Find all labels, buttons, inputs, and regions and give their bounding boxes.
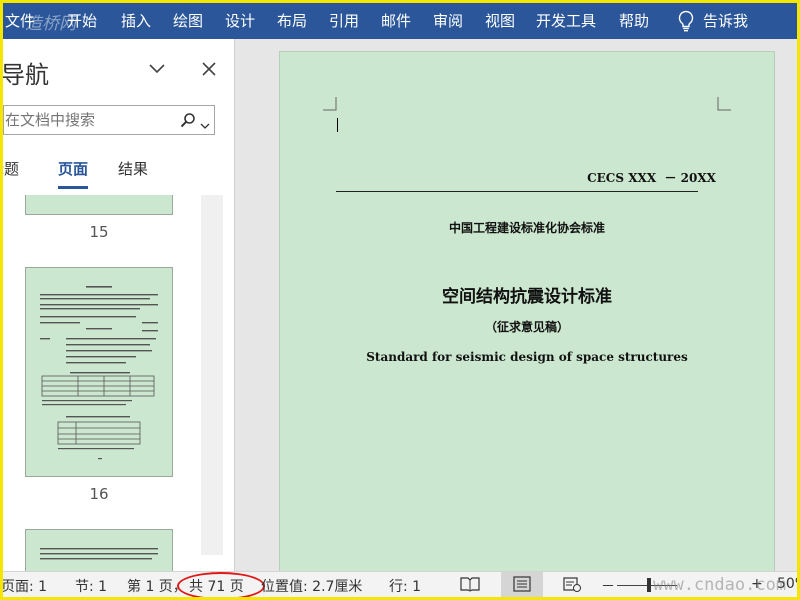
read-mode-icon[interactable] <box>459 575 481 593</box>
tab-insert[interactable]: 插入 <box>121 3 151 39</box>
thumbnail-page-15[interactable] <box>25 195 173 215</box>
search-options-chevron-icon[interactable] <box>200 116 210 129</box>
tell-me-search[interactable]: 告诉我 <box>703 3 748 39</box>
nav-tabs: 标题 页面 结果 <box>3 159 234 193</box>
lightbulb-icon[interactable] <box>675 10 697 32</box>
word-window: 文件 开始 插入 绘图 设计 布局 引用 邮件 审阅 视图 开发工具 帮助 告诉… <box>3 3 797 597</box>
thumbnail-preview <box>40 286 158 460</box>
ribbon-tab-bar: 文件 开始 插入 绘图 设计 布局 引用 邮件 审阅 视图 开发工具 帮助 告诉… <box>3 3 797 39</box>
tab-file[interactable]: 文件 <box>5 3 35 39</box>
status-bar: 页面: 1 节: 1 第 1 页， 共 71 页 位置值: 2.7厘米 行: 1… <box>3 571 797 597</box>
standard-code: CECS XXX － 20XX <box>587 171 716 185</box>
zoom-out-button[interactable]: － <box>601 576 615 596</box>
zoom-slider-thumb[interactable] <box>647 578 651 592</box>
tab-help[interactable]: 帮助 <box>619 3 649 39</box>
search-icon[interactable] <box>180 112 196 128</box>
document-subtitle: （征求意见稿） <box>484 320 569 334</box>
nav-pane-title: 导航 <box>3 61 49 89</box>
status-section[interactable]: 节: 1 <box>75 576 107 596</box>
thumbnail-scrollbar[interactable] <box>201 195 223 555</box>
nav-search-input[interactable] <box>4 107 174 133</box>
tab-draw[interactable]: 绘图 <box>173 3 203 39</box>
thumbnail-label: 15 <box>89 223 109 241</box>
tab-layout[interactable]: 布局 <box>277 3 307 39</box>
tab-pages[interactable]: 页面 <box>58 159 89 189</box>
status-page-number[interactable]: 页面: 1 <box>3 576 47 596</box>
thumbnail-preview <box>40 548 158 560</box>
tab-review[interactable]: 审阅 <box>433 3 463 39</box>
nav-search-box[interactable] <box>3 105 215 135</box>
navigation-pane: 导航 标题 页面 结果 15 <box>3 39 235 571</box>
thumbnail-page-17[interactable] <box>25 529 173 571</box>
page-thumbnails: 15 16 <box>3 195 234 571</box>
tab-mailings[interactable]: 邮件 <box>381 3 411 39</box>
chevron-down-icon[interactable] <box>147 59 167 79</box>
web-layout-icon[interactable] <box>561 575 583 593</box>
status-total-pages[interactable]: 共 71 页 <box>189 576 244 596</box>
text-cursor <box>337 118 338 132</box>
thumbnail-page-16[interactable] <box>25 267 173 477</box>
close-icon[interactable] <box>199 59 219 79</box>
tab-home[interactable]: 开始 <box>67 3 97 39</box>
margin-corner-top-left <box>323 96 337 111</box>
english-title: Standard for seismic design of space str… <box>366 350 688 364</box>
document-page[interactable]: CECS XXX － 20XX 中国工程建设标准化协会标准 空间结构抗震设计标准… <box>279 51 775 571</box>
tab-headings[interactable]: 标题 <box>3 159 19 189</box>
status-line[interactable]: 行: 1 <box>389 576 421 596</box>
zoom-level[interactable]: 50% <box>777 576 797 592</box>
zoom-in-button[interactable]: + <box>751 576 763 592</box>
header-rule <box>336 191 698 192</box>
thumbnail-label: 16 <box>89 485 109 503</box>
margin-corner-top-right <box>717 96 731 111</box>
status-page-of[interactable]: 第 1 页， <box>127 576 187 596</box>
tab-design[interactable]: 设计 <box>225 3 255 39</box>
document-title: 空间结构抗震设计标准 <box>442 287 612 307</box>
document-area[interactable]: CECS XXX － 20XX 中国工程建设标准化协会标准 空间结构抗震设计标准… <box>236 39 797 571</box>
tab-developer[interactable]: 开发工具 <box>536 3 596 39</box>
tab-results[interactable]: 结果 <box>118 159 148 189</box>
tab-view[interactable]: 视图 <box>485 3 515 39</box>
tab-references[interactable]: 引用 <box>329 3 359 39</box>
status-position[interactable]: 位置值: 2.7厘米 <box>261 576 362 596</box>
print-layout-icon[interactable] <box>511 575 533 593</box>
association-name: 中国工程建设标准化协会标准 <box>448 221 605 235</box>
